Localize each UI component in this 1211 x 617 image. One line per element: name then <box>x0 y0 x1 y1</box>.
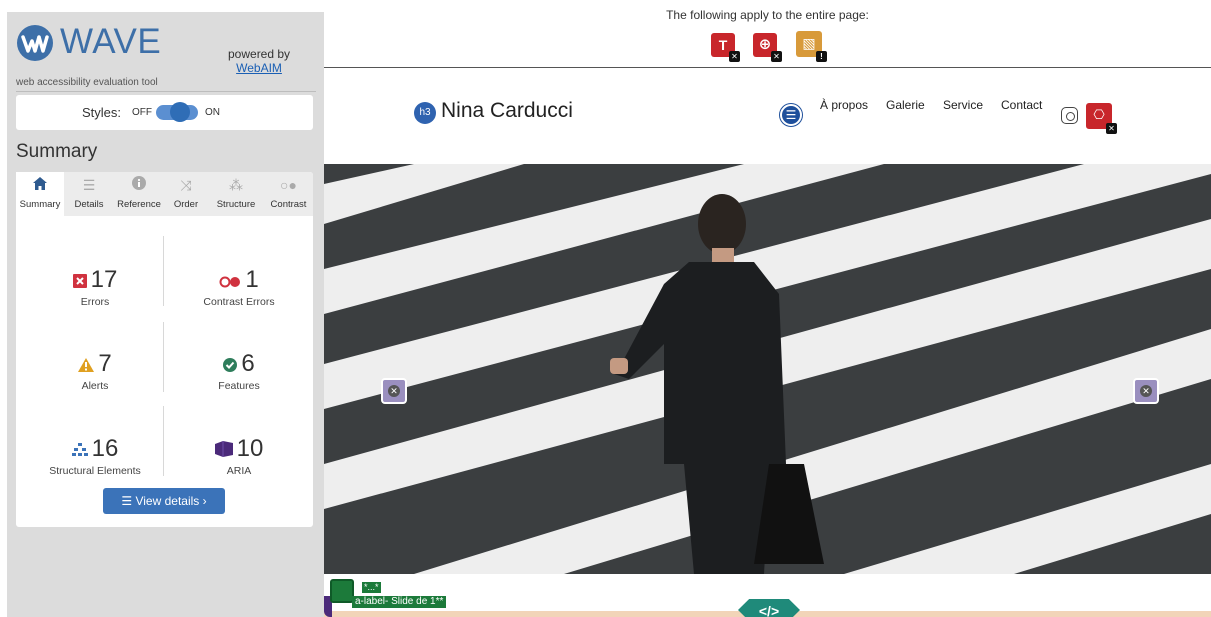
page-wide-banner: The following apply to the entire page: … <box>324 8 1211 68</box>
errors-count: 17 <box>90 266 118 293</box>
error-badge-icon: ✕ <box>729 51 740 62</box>
aria-icon <box>214 435 233 465</box>
site-header: h3 Nina Carducci ☰ À propos Galerie Serv… <box>324 69 1211 164</box>
stat-aria[interactable]: 10 ARIA <box>170 434 308 477</box>
tab-details[interactable]: ☰ Details <box>64 172 114 216</box>
nav-link-service[interactable]: Service <box>943 98 983 112</box>
alerts-label: Alerts <box>81 380 109 392</box>
structural-elements-label: Structural Elements <box>49 465 141 477</box>
tab-structure[interactable]: ⁂ Structure <box>208 172 264 216</box>
powered-by-label: powered by <box>228 47 291 61</box>
page-alert-icon[interactable]: ▧! <box>796 31 827 62</box>
site-title: Nina Carducci <box>441 99 573 122</box>
styles-off-label: OFF <box>132 107 152 118</box>
language-missing-icon[interactable]: T ✕ <box>711 33 740 62</box>
styles-toggle-knob[interactable] <box>170 102 190 122</box>
stat-alerts[interactable]: 7 Alerts <box>26 349 164 392</box>
structure-icon: ⁂ <box>229 177 243 193</box>
tab-reference[interactable]: Reference <box>114 172 164 216</box>
summary-heading: Summary <box>16 141 98 162</box>
list-icon: ☰ <box>121 494 136 508</box>
stat-errors[interactable]: 17 Errors <box>26 265 164 308</box>
styles-label: Styles: <box>82 105 122 120</box>
tab-order[interactable]: ⤨ Order <box>164 172 208 216</box>
order-icon: ⤨ <box>180 177 192 193</box>
aria-count: 10 <box>236 435 264 462</box>
wave-brand: WAVE web accessibility evaluation tool p… <box>16 22 316 92</box>
stat-structural-elements[interactable]: 16 Structural Elements <box>26 434 164 477</box>
features-count: 6 <box>241 350 255 377</box>
alerts-count: 7 <box>98 350 112 377</box>
instagram-icon[interactable] <box>1061 107 1078 124</box>
tab-label: Structure <box>216 199 256 210</box>
structure-icon <box>71 435 88 465</box>
errors-label: Errors <box>80 296 110 308</box>
page-bottom: *...* a-label- Slide de 1** </> <box>324 574 1211 617</box>
contrast-errors-count: 1 <box>245 266 259 293</box>
powered-by: powered by WebAIM <box>228 47 290 75</box>
view-details-button[interactable]: ☰ View details › <box>103 488 225 514</box>
wave-logo-icon <box>17 25 53 61</box>
styles-toggle-box: Styles: OFF ON <box>16 95 313 130</box>
structural-elements-count: 16 <box>91 435 119 462</box>
styles-on-label: ON <box>205 107 220 118</box>
info-icon <box>114 172 164 196</box>
wave-tagline: web accessibility evaluation tool <box>16 77 158 88</box>
stat-features[interactable]: 6 Features <box>170 349 308 392</box>
empty-link-error-icon[interactable]: ⎔ ✕ <box>1086 103 1117 134</box>
features-label: Features <box>218 380 260 392</box>
wave-sidebar: WAVE web accessibility evaluation tool p… <box>7 12 324 617</box>
stat-contrast-errors[interactable]: 1 Contrast Errors <box>170 265 308 308</box>
error-badge-icon: ✕ <box>771 51 782 62</box>
alert-badge-icon: ! <box>816 51 827 62</box>
home-icon <box>16 172 64 196</box>
carousel-prev-error-icon[interactable]: ✕ <box>381 378 407 404</box>
aria-label: ARIA <box>226 465 252 477</box>
view-details-label: View details › <box>135 494 207 508</box>
carousel-next-error-icon[interactable]: ✕ <box>1133 378 1159 404</box>
tab-label: Contrast <box>270 199 307 210</box>
wave-logo-text: WAVE <box>60 22 162 61</box>
nav-link-a-propos[interactable]: À propos <box>820 98 868 112</box>
page-wide-heading: The following apply to the entire page: <box>666 8 869 22</box>
list-icon: ☰ <box>82 177 96 193</box>
error-badge-icon: ✕ <box>1106 123 1117 134</box>
nav-link-galerie[interactable]: Galerie <box>886 98 925 112</box>
panel-tabs: Summary ☰ Details Reference ⤨ Order ⁂ St… <box>16 172 313 216</box>
list-structure-icon[interactable]: ☰ <box>780 104 802 126</box>
tab-label: Order <box>173 199 199 210</box>
tab-summary[interactable]: Summary <box>16 172 64 216</box>
feature-icon <box>223 350 238 380</box>
crosswalk-photo <box>324 164 1211 574</box>
contrast-error-icon <box>219 266 241 296</box>
error-icon <box>72 266 87 296</box>
tab-label: Reference <box>117 199 161 210</box>
summary-panel: Summary ☰ Details Reference ⤨ Order ⁂ St… <box>16 172 313 527</box>
tab-contrast[interactable]: ○● Contrast <box>264 172 313 216</box>
alt-text-label: a-label- Slide de 1** <box>352 596 447 608</box>
contrast-icon: ○● <box>280 177 297 193</box>
tab-label: Details <box>74 199 104 210</box>
contrast-errors-label: Contrast Errors <box>203 296 275 308</box>
hero-image: ✕ ✕ <box>324 164 1211 574</box>
nav-link-contact[interactable]: Contact <box>1001 98 1042 112</box>
heading-h3-icon[interactable]: h3 <box>414 102 436 124</box>
alert-icon <box>78 350 95 380</box>
globe-error-icon[interactable]: ⊕ ✕ <box>753 33 782 62</box>
image-alt-feature-icon[interactable] <box>330 579 354 603</box>
code-element-icon[interactable]: </> <box>738 599 800 617</box>
alt-text-short: *...* <box>362 582 381 593</box>
tab-label: Summary <box>19 199 61 210</box>
webaim-link[interactable]: WebAIM <box>228 61 290 75</box>
